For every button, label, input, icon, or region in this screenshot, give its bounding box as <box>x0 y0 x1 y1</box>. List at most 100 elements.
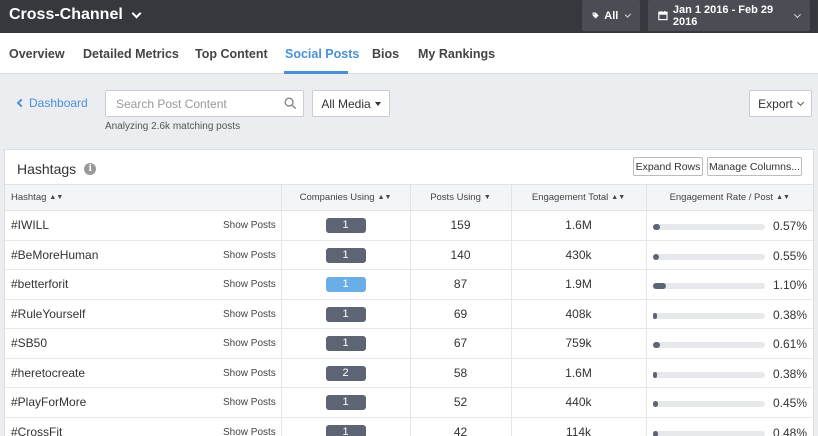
engagement-rate-cell: 0.38% <box>646 358 813 388</box>
companies-using-cell: 1 <box>281 417 411 436</box>
show-posts-link[interactable]: Show Posts <box>223 368 276 379</box>
show-posts-link[interactable]: Show Posts <box>223 220 276 231</box>
active-tab-indicator <box>284 71 348 74</box>
date-range-button[interactable]: Jan 1 2016 - Feb 29 2016 <box>648 0 810 31</box>
expand-rows-button[interactable]: Expand Rows <box>633 157 703 176</box>
calendar-icon <box>658 10 668 21</box>
tab-bios[interactable]: Bios <box>372 47 399 61</box>
chevron-down-icon <box>131 8 142 18</box>
hashtag-label[interactable]: #heretocreate <box>11 366 85 380</box>
channel-selector[interactable]: Cross-Channel <box>9 6 142 24</box>
engagement-total-cell: 440k <box>511 387 647 418</box>
hashtag-label[interactable]: #PlayForMore <box>11 395 86 409</box>
column-header-engagement-total[interactable]: Engagement Total ▲▼ <box>511 184 647 211</box>
search-icon[interactable] <box>284 97 297 110</box>
show-posts-link[interactable]: Show Posts <box>223 309 276 320</box>
channel-title: Cross-Channel <box>9 6 123 23</box>
caret-down-icon <box>374 101 381 106</box>
tab-social-posts[interactable]: Social Posts <box>285 47 359 61</box>
back-link-label: Dashboard <box>29 96 88 110</box>
show-posts-link[interactable]: Show Posts <box>223 427 276 436</box>
date-range-label: Jan 1 2016 - Feb 29 2016 <box>672 3 774 28</box>
show-posts-link[interactable]: Show Posts <box>223 250 276 261</box>
tab-detailed-metrics[interactable]: Detailed Metrics <box>83 47 179 61</box>
hashtag-label[interactable]: #CrossFit <box>11 425 62 436</box>
rate-value: 0.61% <box>772 337 807 351</box>
rate-bar-fill <box>652 401 659 407</box>
rate-value: 0.57% <box>772 219 807 233</box>
engagement-rate-cell: 1.10% <box>646 269 813 300</box>
rate-value: 0.45% <box>772 396 807 410</box>
engagement-total-cell: 1.9M <box>511 269 647 300</box>
info-icon[interactable]: i <box>84 163 97 175</box>
rate-value: 1.10% <box>772 278 807 292</box>
engagement-total-cell: 1.6M <box>511 358 647 388</box>
media-filter-dropdown[interactable]: All Media <box>312 90 390 117</box>
rate-value: 0.38% <box>772 307 807 322</box>
nav-tabs: Overview Detailed Metrics Top Content So… <box>0 33 818 74</box>
companies-using-cell: 1 <box>281 210 411 241</box>
table-row: #BeMoreHuman Show Posts 1 140 430k 0.55% <box>5 240 813 270</box>
companies-using-cell: 2 <box>281 358 411 388</box>
rate-bar-fill <box>652 312 658 319</box>
hashtags-panel: Hashtags i Expand Rows Manage Columns...… <box>4 149 814 436</box>
companies-using-cell: 1 <box>281 299 411 329</box>
top-bar: Cross-Channel All Jan 1 2016 - Feb 29 20… <box>0 0 818 33</box>
column-header-hashtag[interactable]: Hashtag ▲▼ <box>5 184 282 211</box>
chevron-down-icon <box>794 10 802 18</box>
companies-badge[interactable]: 2 <box>325 365 366 381</box>
panel-header: Hashtags i <box>17 161 97 177</box>
hashtag-cell: #CrossFit Show Posts <box>5 417 282 436</box>
engagement-rate-cell: 0.38% <box>646 299 813 329</box>
engagement-total-cell: 408k <box>511 299 647 329</box>
posts-using-cell: 52 <box>410 387 512 418</box>
rate-bar-fill <box>652 342 660 348</box>
companies-badge[interactable]: 1 <box>325 424 366 436</box>
export-button[interactable]: Export <box>749 90 812 117</box>
rate-bar-track <box>652 253 765 260</box>
column-header-posts-using[interactable]: Posts Using ▼ <box>410 184 512 211</box>
posts-using-cell: 140 <box>410 240 512 270</box>
engagement-total-cell: 430k <box>511 240 647 270</box>
engagement-total-cell: 114k <box>511 417 647 436</box>
hashtag-label[interactable]: #betterforit <box>11 277 68 291</box>
rate-bar-fill <box>652 283 667 289</box>
tab-my-rankings[interactable]: My Rankings <box>418 47 495 61</box>
companies-badge[interactable]: 1 <box>325 336 366 352</box>
companies-badge[interactable]: 1 <box>325 306 366 322</box>
sort-icon: ▲▼ <box>49 193 64 201</box>
companies-badge[interactable]: 1 <box>325 218 366 234</box>
rate-bar-track <box>652 342 765 348</box>
hashtag-label[interactable]: #IWILL <box>11 218 49 232</box>
posts-using-cell: 58 <box>410 358 512 388</box>
column-header-engagement-rate[interactable]: Engagement Rate / Post ▲▼ <box>646 184 813 211</box>
tab-top-content[interactable]: Top Content <box>195 47 268 61</box>
table-row: #heretocreate Show Posts 2 58 1.6M 0.38% <box>5 358 813 388</box>
manage-columns-button[interactable]: Manage Columns... <box>707 157 802 176</box>
posts-using-cell: 159 <box>410 210 512 241</box>
search-input[interactable] <box>106 91 276 116</box>
posts-using-cell: 87 <box>410 269 512 300</box>
companies-badge[interactable]: 1 <box>325 277 366 293</box>
table-row: #betterforit Show Posts 1 87 1.9M 1.10% <box>5 269 813 300</box>
tag-filter-button[interactable]: All <box>582 0 640 31</box>
column-header-companies-using[interactable]: Companies Using ▲▼ <box>281 184 411 211</box>
show-posts-link[interactable]: Show Posts <box>223 279 276 290</box>
companies-badge[interactable]: 1 <box>325 395 366 411</box>
hashtag-cell: #PlayForMore Show Posts <box>5 387 282 418</box>
rate-value: 0.38% <box>772 366 807 381</box>
column-label: Engagement Rate / Post <box>669 192 774 203</box>
companies-badge[interactable]: 1 <box>325 247 366 263</box>
show-posts-link[interactable]: Show Posts <box>223 397 276 408</box>
hashtag-label[interactable]: #SB50 <box>11 336 47 350</box>
tab-overview[interactable]: Overview <box>9 47 65 61</box>
show-posts-link[interactable]: Show Posts <box>223 338 276 349</box>
chevron-down-icon <box>796 98 804 106</box>
rate-bar-track <box>652 283 765 289</box>
back-to-dashboard-link[interactable]: Dashboard <box>16 96 88 110</box>
hashtag-label[interactable]: #BeMoreHuman <box>11 248 98 262</box>
table-body: #IWILL Show Posts 1 159 1.6M 0.57% #BeMoreHuma… <box>5 210 813 436</box>
hashtag-label[interactable]: #RuleYourself <box>11 307 85 321</box>
panel-title: Hashtags <box>17 161 77 177</box>
engagement-rate-cell: 0.61% <box>646 328 813 359</box>
